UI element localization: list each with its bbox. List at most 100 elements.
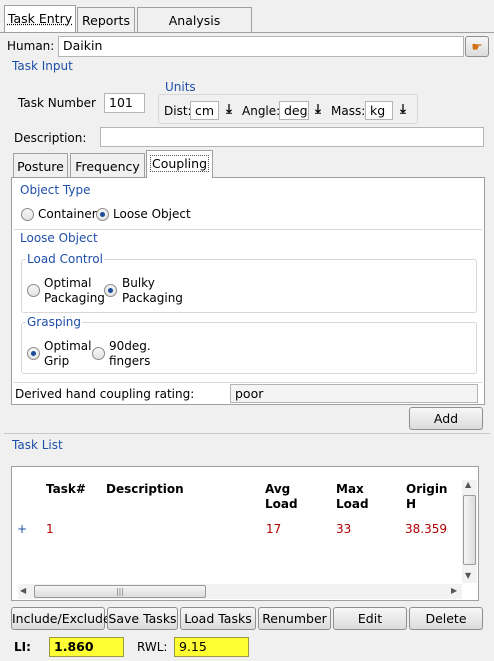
optimal-packaging-line2: Packaging: [44, 291, 105, 305]
main-tab-bar: Task Entry Reports Analysis Summary: [0, 0, 494, 54]
scroll-up-icon[interactable]: ▲: [465, 480, 471, 489]
li-label: LI:: [14, 640, 31, 654]
mass-field[interactable]: kg: [365, 101, 393, 120]
header-avg-load-line1: Avg: [265, 482, 291, 496]
dist-label: Dist:: [164, 104, 192, 118]
hand-pointer-icon: ☛: [471, 39, 483, 54]
task-list-separator: [4, 433, 490, 434]
optimal-packaging-radio[interactable]: [27, 284, 40, 297]
tab-frequency[interactable]: Frequency: [70, 153, 145, 178]
scroll-down-icon[interactable]: ▼: [465, 571, 471, 580]
fingers-line1: 90deg.: [109, 339, 151, 353]
angle-dropdown-arrow-icon[interactable]: ⤓: [310, 101, 326, 118]
delete-button[interactable]: Delete: [409, 607, 483, 630]
container-radio[interactable]: [21, 208, 34, 221]
renumber-button[interactable]: Renumber: [258, 607, 331, 630]
scroll-right-icon[interactable]: ▶: [451, 586, 457, 595]
tab-posture[interactable]: Posture: [13, 153, 68, 178]
derived-divider: [14, 382, 482, 383]
human-label: Human:: [7, 39, 55, 53]
grasping-title: Grasping: [26, 315, 83, 329]
human-lookup-button[interactable]: ☛: [465, 36, 489, 57]
angle-label: Angle:: [242, 104, 281, 118]
loose-object-title: Loose Object: [20, 231, 98, 245]
task-number-field[interactable]: 101: [104, 93, 145, 113]
dist-field[interactable]: cm: [190, 101, 219, 120]
derived-rating-label: Derived hand coupling rating:: [15, 387, 195, 401]
rwl-value: 9.15: [174, 637, 249, 657]
cell-max-load: 33: [336, 522, 352, 536]
header-avg-load[interactable]: Avg Load: [265, 482, 298, 512]
angle-field[interactable]: deg: [279, 101, 309, 120]
header-task-number-line1: Task#: [46, 482, 86, 496]
tab-task-entry[interactable]: Task Entry: [4, 5, 76, 33]
mass-dropdown-arrow-icon[interactable]: ⤓: [395, 101, 411, 118]
derived-rating-field: poor: [230, 384, 478, 403]
vertical-scrollbar[interactable]: ▲ ▼: [462, 480, 477, 583]
load-control-title: Load Control: [26, 252, 104, 266]
container-label: Container: [38, 207, 97, 221]
tab-coupling[interactable]: Coupling: [146, 150, 213, 178]
bulky-packaging-line2: Packaging: [122, 291, 183, 305]
task-list-title: Task List: [12, 438, 63, 452]
header-origin-h-line1: Origin: [406, 482, 448, 496]
task-input-title: Task Input: [12, 59, 73, 73]
add-button[interactable]: Add: [409, 407, 483, 430]
horizontal-scrollbar[interactable]: ◀ ||| ▶: [18, 584, 462, 599]
header-max-load-line2: Load: [336, 497, 369, 511]
task-number-label: Task Number: [18, 96, 96, 110]
optimal-grip-line1: Optimal: [44, 339, 92, 353]
li-value: 1.860: [49, 637, 124, 657]
header-origin-h[interactable]: Origin H: [406, 482, 447, 512]
header-avg-load-line2: Load: [265, 497, 298, 511]
horizontal-scroll-thumb[interactable]: |||: [34, 585, 206, 598]
cell-task-number: 1: [46, 522, 54, 536]
header-origin-h-line2: H: [406, 497, 417, 511]
optimal-packaging-line1: Optimal: [44, 276, 92, 290]
description-field[interactable]: [100, 127, 484, 147]
tab-task-entry-label: Task Entry: [7, 11, 73, 26]
scroll-left-icon[interactable]: ◀: [20, 586, 26, 595]
fingers-radio[interactable]: [92, 347, 105, 360]
human-field[interactable]: Daikin: [58, 36, 464, 57]
header-max-load[interactable]: Max Load: [336, 482, 369, 512]
optimal-grip-label: Optimal Grip: [44, 339, 91, 369]
header-task-number[interactable]: Task#: [46, 482, 86, 497]
bulky-packaging-radio[interactable]: [104, 284, 117, 297]
loose-object-label: Loose Object: [113, 207, 191, 221]
optimal-packaging-label: Optimal Packaging: [44, 276, 105, 306]
tab-coupling-label: Coupling: [149, 155, 210, 172]
fingers-label: 90deg. fingers: [109, 339, 151, 369]
bulky-packaging-line1: Bulky: [122, 276, 155, 290]
mass-label: Mass:: [331, 104, 366, 118]
optimal-grip-line2: Grip: [44, 354, 70, 368]
units-title: Units: [164, 80, 197, 94]
vertical-scroll-thumb[interactable]: [463, 495, 476, 565]
rwl-label: RWL:: [137, 640, 168, 654]
description-label: Description:: [14, 131, 87, 145]
tab-reports-label: Reports: [82, 13, 130, 28]
edit-button[interactable]: Edit: [333, 607, 407, 630]
coupling-tab-join: [147, 176, 212, 178]
header-description-line1: Description: [106, 482, 184, 496]
row-expander-icon[interactable]: +: [17, 522, 27, 536]
tab-reports[interactable]: Reports: [77, 7, 135, 32]
cell-origin-h: 38.359: [405, 522, 447, 536]
optimal-grip-radio[interactable]: [27, 347, 40, 360]
header-description[interactable]: Description: [106, 482, 184, 497]
include-exclude-button[interactable]: Include/Exclude: [11, 607, 111, 630]
tab-posture-label: Posture: [17, 159, 64, 174]
loose-object-radio[interactable]: [96, 208, 109, 221]
save-tasks-button[interactable]: Save Tasks: [107, 607, 178, 630]
object-type-divider: [14, 229, 482, 230]
header-max-load-line1: Max: [336, 482, 364, 496]
object-type-title: Object Type: [20, 183, 91, 197]
bulky-packaging-label: Bulky Packaging: [122, 276, 183, 306]
fingers-line2: fingers: [109, 354, 151, 368]
dist-dropdown-arrow-icon[interactable]: ⤓: [221, 101, 237, 118]
tab-frequency-label: Frequency: [75, 159, 140, 174]
cell-avg-load: 17: [266, 522, 282, 536]
tab-divider: [0, 32, 494, 33]
load-tasks-button[interactable]: Load Tasks: [180, 607, 256, 630]
tab-analysis-summary[interactable]: Analysis Summary: [137, 7, 252, 54]
